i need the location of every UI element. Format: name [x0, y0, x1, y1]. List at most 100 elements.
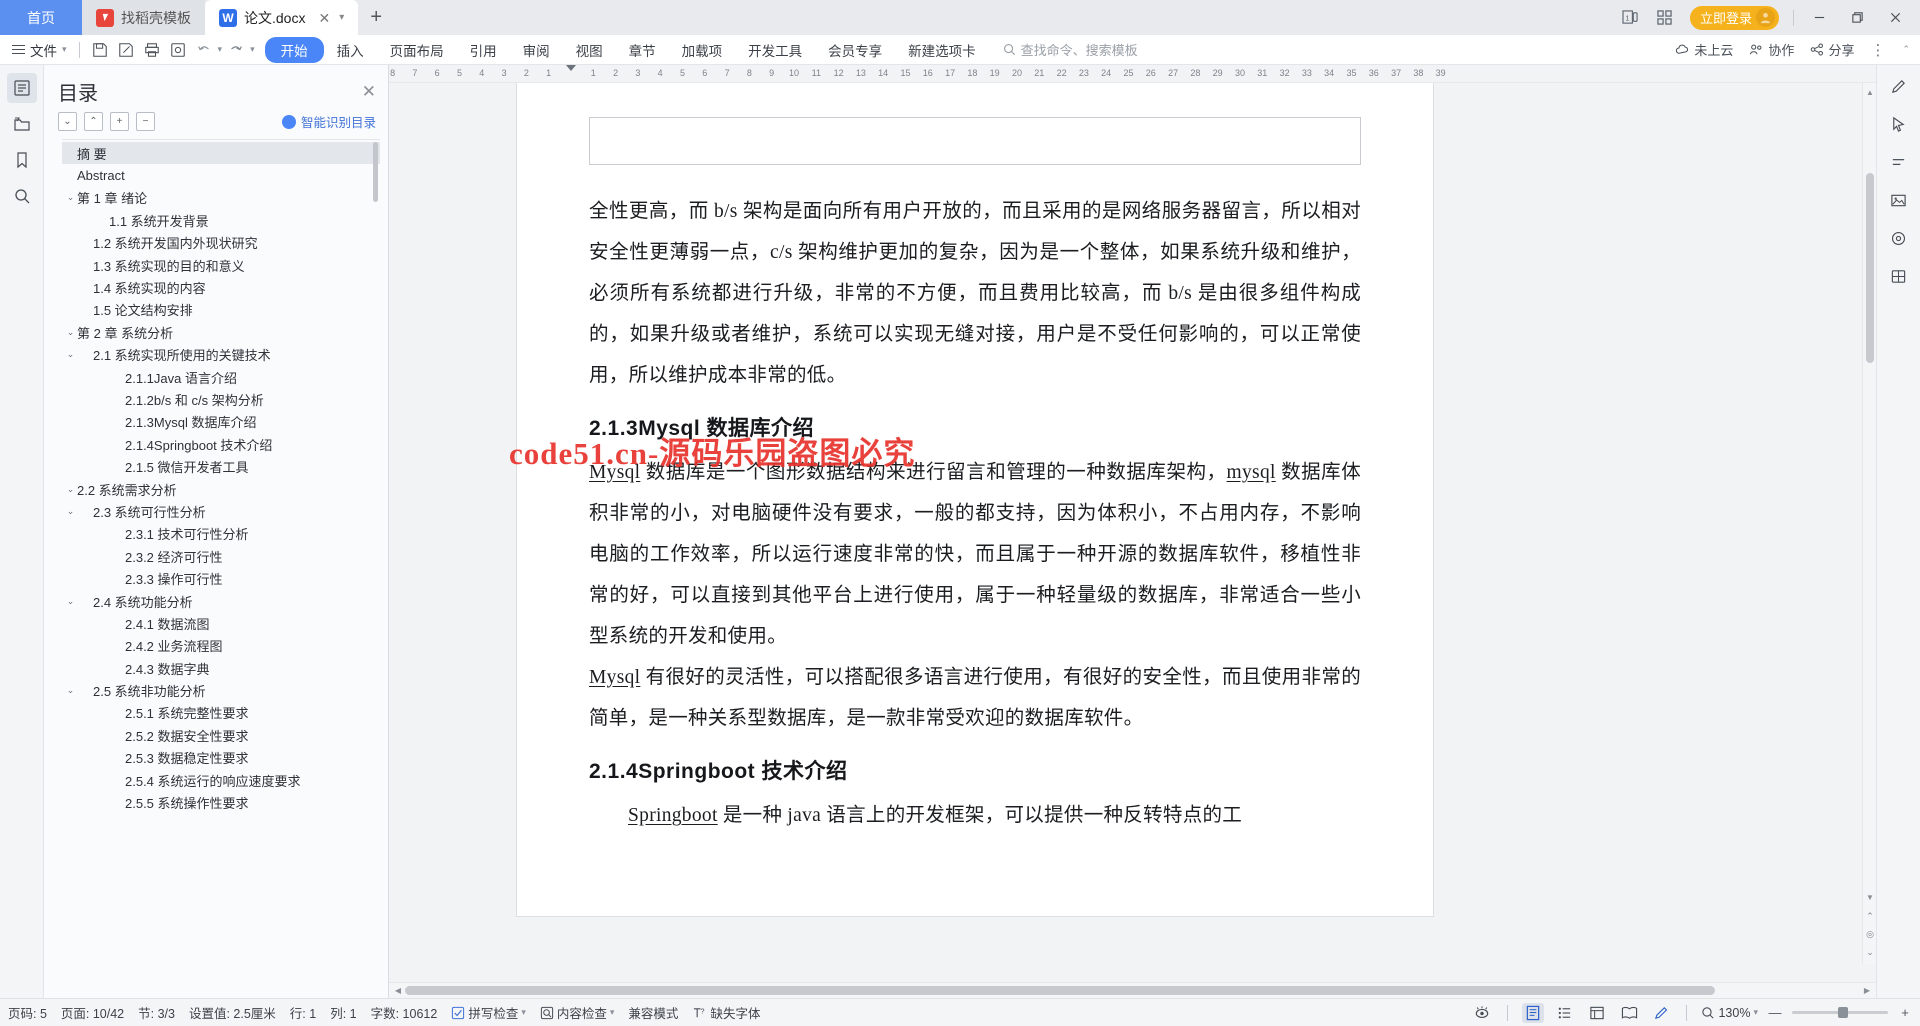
chevron-down-icon[interactable]: ▾	[339, 12, 344, 23]
save-icon[interactable]	[88, 39, 112, 61]
search-icon[interactable]	[7, 181, 37, 211]
collaborate-button[interactable]: 协作	[1749, 40, 1794, 59]
toc-item[interactable]: 2.1.4Springboot 技术介绍	[62, 433, 380, 455]
status-setting-value[interactable]: 设置值: 2.5厘米	[189, 1003, 276, 1022]
toc-prev-heading-button[interactable]: ⌃	[84, 112, 103, 131]
shape-icon[interactable]	[1885, 225, 1913, 251]
chevron-down-icon[interactable]: ⌄	[64, 327, 77, 338]
outline-icon[interactable]	[6, 73, 37, 103]
tab-new-tab[interactable]: 新建选项卡	[895, 37, 989, 63]
chevron-down-icon[interactable]: ⌄	[64, 192, 77, 203]
toc-item[interactable]: 2.4.2 业务流程图	[62, 635, 380, 657]
horizontal-scroll-thumb[interactable]	[405, 986, 1715, 995]
tab-home[interactable]: 首页	[0, 0, 82, 35]
image-icon[interactable]	[1885, 187, 1913, 213]
tab-review[interactable]: 审阅	[510, 37, 563, 63]
toc-item[interactable]: ⌄ 2.5 系统非功能分析	[62, 679, 380, 701]
tab-docer-template[interactable]: 找稻壳模板	[82, 0, 205, 35]
scroll-down-icon[interactable]: ▼	[1863, 890, 1876, 904]
status-spellcheck[interactable]: 拼写检查 ▾	[451, 1003, 526, 1022]
chevron-down-icon[interactable]: ▾	[521, 1007, 526, 1018]
horizontal-ruler[interactable]: 8 7 6 5 4 3 2 1 1 2 3 4 5 6 7 8 9 10 11 12 13 14 15 16 17 18 19 20 2…	[389, 65, 1876, 83]
status-col[interactable]: 列: 1	[330, 1003, 356, 1022]
toc-next-heading-button[interactable]: ⌄	[58, 112, 77, 131]
toc-item[interactable]: ⌄ 2.2 系统需求分析	[62, 478, 380, 500]
save-as-icon[interactable]	[114, 39, 138, 61]
chevron-down-icon[interactable]: ⌄	[64, 484, 77, 495]
status-compat-mode[interactable]: 兼容模式	[628, 1003, 678, 1022]
toc-item[interactable]: 摘 要	[62, 142, 380, 165]
vertical-scroll-thumb[interactable]	[1866, 173, 1874, 363]
document-scroll-area[interactable]: 全性更高，而 b/s 架构是面向所有用户开放的，而且采用的是网络服务器留言，所以…	[389, 83, 1876, 982]
toc-scrollbar-thumb[interactable]	[373, 142, 378, 202]
collapse-ribbon-icon[interactable]: ⌃	[1902, 44, 1910, 55]
tab-start[interactable]: 开始	[264, 36, 324, 63]
zoom-slider-knob[interactable]	[1838, 1007, 1848, 1018]
toc-item[interactable]: 2.1.1Java 语言介绍	[62, 366, 380, 388]
toc-item[interactable]: ⌄ 第 2 章 系统分析	[62, 321, 380, 343]
tab-document[interactable]: W 论文.docx ✕ ▾	[205, 0, 359, 35]
read-view-button[interactable]	[1618, 1003, 1640, 1023]
status-section[interactable]: 节: 3/3	[138, 1003, 175, 1022]
document-vertical-scrollbar[interactable]: ▲ ▼ ⌃ ◎ ⌄	[1862, 83, 1876, 964]
toc-resize-handle[interactable]	[385, 65, 388, 998]
folder-icon[interactable]	[7, 109, 37, 139]
chevron-down-icon[interactable]: ▾	[610, 1007, 615, 1018]
toc-item[interactable]: 2.3.1 技术可行性分析	[62, 523, 380, 545]
chart-icon[interactable]	[1885, 263, 1913, 289]
apps-grid-icon[interactable]	[1650, 5, 1680, 31]
cursor-icon[interactable]	[1885, 111, 1913, 137]
tab-chapter[interactable]: 章节	[616, 37, 669, 63]
toc-item[interactable]: 2.5.3 数据稳定性要求	[62, 747, 380, 769]
document-horizontal-scrollbar[interactable]: ◀ ▶	[389, 982, 1876, 998]
toc-item[interactable]: ⌄ 第 1 章 绪论	[62, 187, 380, 209]
select-browse-object-icon[interactable]: ◎	[1863, 926, 1876, 942]
outline-view-button[interactable]	[1554, 1003, 1576, 1023]
print-preview-icon[interactable]	[166, 39, 190, 61]
redo-icon[interactable]	[224, 39, 248, 61]
toc-item[interactable]: ⌄ 2.4 系统功能分析	[62, 590, 380, 612]
close-button[interactable]	[1878, 3, 1912, 33]
chevron-down-icon[interactable]: ⌄	[64, 506, 77, 517]
smart-toc-button[interactable]: 智能识别目录	[281, 112, 376, 131]
tab-insert[interactable]: 插入	[324, 37, 377, 63]
tab-page-layout[interactable]: 页面布局	[377, 37, 457, 63]
status-page-number[interactable]: 页码: 5	[8, 1003, 47, 1022]
toc-item[interactable]: ⌄ 2.3 系统可行性分析	[62, 500, 380, 522]
new-tab-button[interactable]: +	[358, 0, 395, 35]
tab-references[interactable]: 引用	[457, 37, 510, 63]
status-page-count[interactable]: 页面: 10/42	[61, 1003, 124, 1022]
toc-item[interactable]: 2.5.1 系统完整性要求	[62, 702, 380, 724]
tab-member-exclusive[interactable]: 会员专享	[815, 37, 895, 63]
command-search[interactable]: 查找命令、搜索模板	[1003, 40, 1138, 59]
file-menu-button[interactable]: 文件 ▾	[0, 40, 75, 60]
toc-item[interactable]: 2.1.3Mysql 数据库介绍	[62, 411, 380, 433]
toc-item[interactable]: 2.4.3 数据字典	[62, 657, 380, 679]
single-page-icon[interactable]: 1	[1616, 5, 1646, 31]
tab-addins[interactable]: 加载项	[669, 37, 736, 63]
cloud-status-button[interactable]: 未上云	[1675, 40, 1733, 59]
toc-collapse-all-button[interactable]: −	[136, 112, 155, 131]
document-page[interactable]: 全性更高，而 b/s 架构是面向所有用户开放的，而且采用的是网络服务器留言，所以…	[517, 83, 1433, 916]
status-word-count[interactable]: 字数: 10612	[371, 1003, 438, 1022]
zoom-slider[interactable]	[1792, 1007, 1888, 1018]
edit-mode-button[interactable]	[1650, 1003, 1672, 1023]
tab-developer-tools[interactable]: 开发工具	[735, 37, 815, 63]
status-missing-font[interactable]: ? 缺失字体	[692, 1003, 760, 1022]
toc-item[interactable]: 1.5 论文结构安排	[62, 299, 380, 321]
prev-page-icon[interactable]: ⌃	[1863, 908, 1876, 924]
toc-item[interactable]: 1.2 系统开发国内外现状研究	[62, 232, 380, 254]
toc-close-icon[interactable]: ✕	[362, 83, 376, 100]
more-options-icon[interactable]: ⋮	[1870, 41, 1886, 59]
login-button[interactable]: 立即登录	[1689, 5, 1779, 30]
toc-item[interactable]: 1.4 系统实现的内容	[62, 276, 380, 298]
customize-icon[interactable]: ▾	[250, 44, 255, 55]
minimize-button[interactable]	[1802, 3, 1836, 33]
scroll-up-icon[interactable]: ▲	[1863, 85, 1876, 99]
status-content-check[interactable]: 内容检查 ▾	[540, 1003, 615, 1022]
toc-item[interactable]: 2.5.4 系统运行的响应速度要求	[62, 769, 380, 791]
tab-close-icon[interactable]: ✕	[318, 11, 330, 25]
web-view-button[interactable]	[1586, 1003, 1608, 1023]
toc-item[interactable]: 1.1 系统开发背景	[62, 209, 380, 231]
toc-item[interactable]: 2.1.2b/s 和 c/s 架构分析	[62, 388, 380, 410]
